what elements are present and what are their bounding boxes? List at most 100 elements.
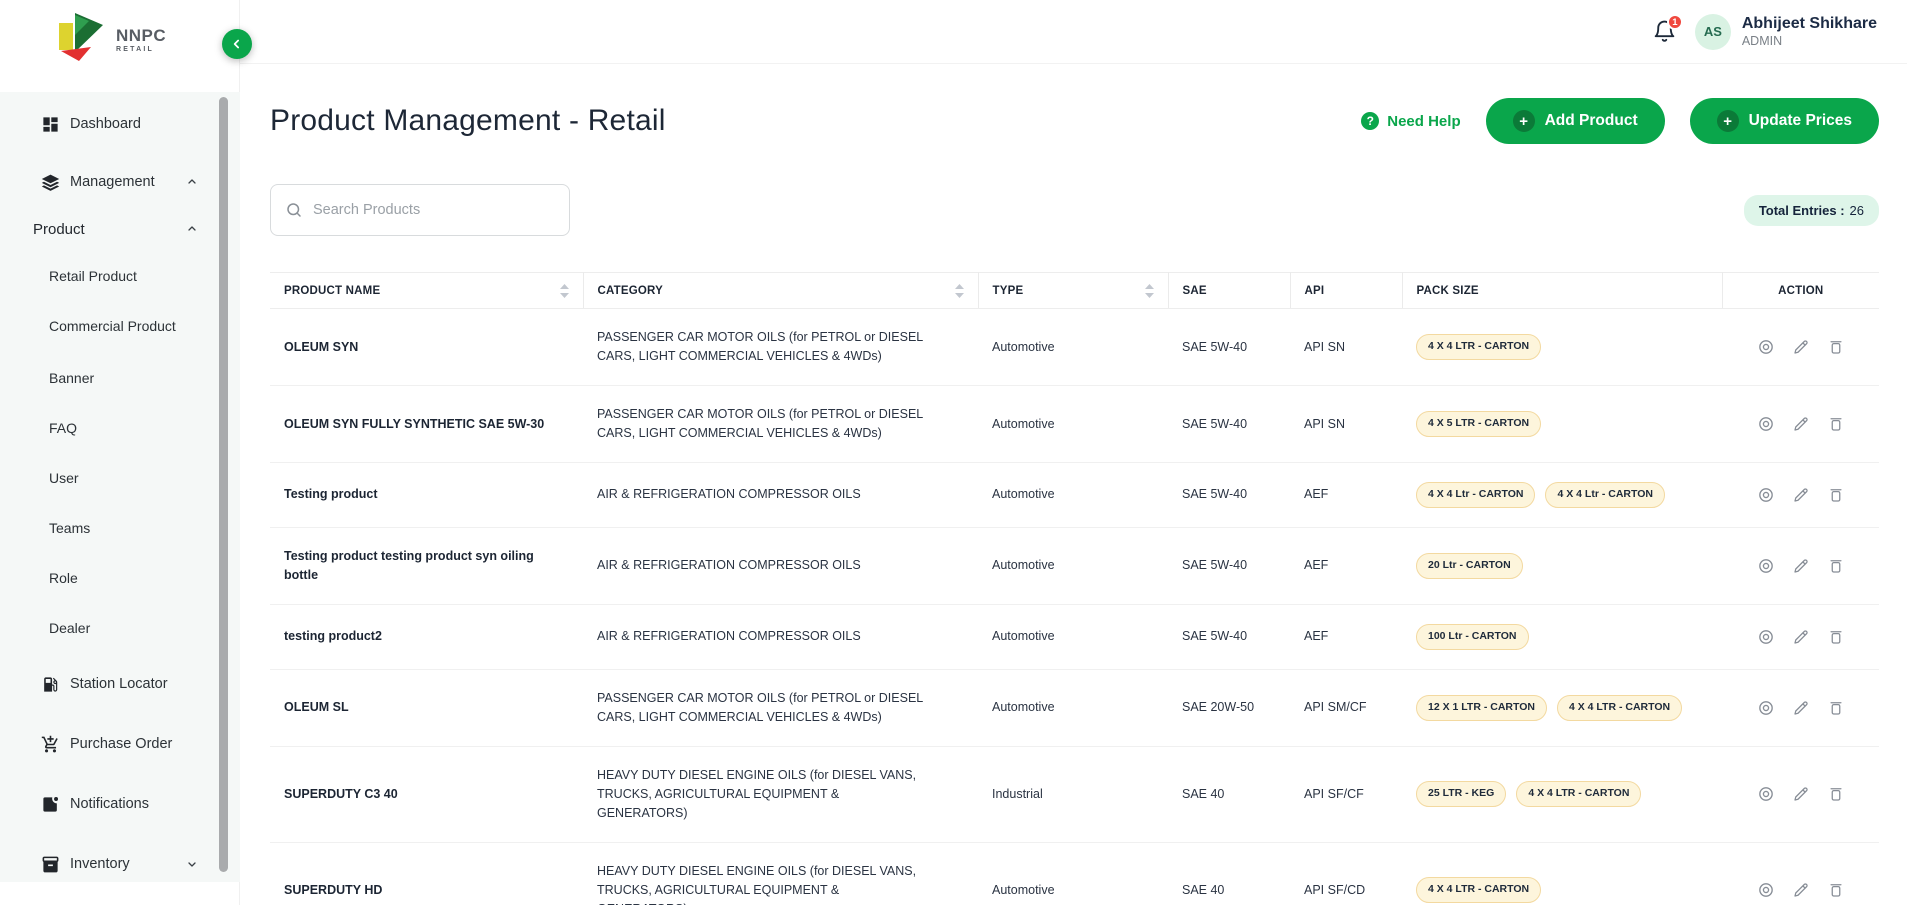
- action-cell: [1722, 386, 1879, 463]
- sidebar-item-label: Banner: [49, 370, 94, 386]
- column-header-type[interactable]: TYPE: [978, 273, 1168, 309]
- sae-cell: SAE 5W-40: [1168, 309, 1290, 386]
- sidebar-item-label: FAQ: [49, 420, 77, 436]
- table-body: OLEUM SYN PASSENGER CAR MOTOR OILS (for …: [270, 309, 1879, 905]
- chevron-left-icon: [230, 37, 244, 51]
- sidebar-collapse-button[interactable]: [222, 29, 252, 59]
- main-content: Product Management - Retail ? Need Help …: [240, 64, 1907, 905]
- sidebar-item-role[interactable]: Role: [0, 564, 240, 592]
- cart-icon: [40, 734, 60, 754]
- delete-icon[interactable]: [1827, 486, 1845, 504]
- view-icon[interactable]: [1757, 415, 1775, 433]
- brand-text: NNPC RETAIL: [116, 27, 166, 62]
- dashboard-icon: [40, 114, 60, 134]
- sidebar-item-label: Management: [70, 174, 155, 190]
- sidebar-item-teams[interactable]: Teams: [0, 514, 240, 542]
- view-icon[interactable]: [1757, 338, 1775, 356]
- sidebar-item-label: Dealer: [49, 620, 90, 636]
- edit-icon[interactable]: [1792, 881, 1810, 899]
- filter-row: Total Entries : 26: [270, 184, 1879, 236]
- sidebar-item-inventory[interactable]: Inventory: [0, 850, 240, 878]
- avatar[interactable]: AS: [1695, 14, 1731, 50]
- sidebar-item-dealer[interactable]: Dealer: [0, 614, 240, 642]
- sidebar-item-banner[interactable]: Banner: [0, 364, 240, 392]
- column-header-product-name[interactable]: PRODUCT NAME: [270, 273, 583, 309]
- category-cell: AIR & REFRIGERATION COMPRESSOR OILS: [583, 527, 978, 604]
- user-menu[interactable]: Abhijeet Shikhare ADMIN: [1742, 14, 1877, 49]
- edit-icon[interactable]: [1792, 338, 1810, 356]
- type-cell: Automotive: [978, 669, 1168, 746]
- view-icon[interactable]: [1757, 628, 1775, 646]
- action-cell: [1722, 669, 1879, 746]
- sae-cell: SAE 5W-40: [1168, 463, 1290, 528]
- sidebar-item-label: User: [49, 470, 79, 486]
- sidebar-item-label: Purchase Order: [70, 736, 172, 752]
- table-row: OLEUM SYN PASSENGER CAR MOTOR OILS (for …: [270, 309, 1879, 386]
- view-icon[interactable]: [1757, 699, 1775, 717]
- pack-size-badge: 20 Ltr - CARTON: [1416, 553, 1523, 579]
- delete-icon[interactable]: [1827, 785, 1845, 803]
- sidebar-item-label: Notifications: [70, 796, 149, 812]
- edit-icon[interactable]: [1792, 415, 1810, 433]
- sort-icon[interactable]: [955, 284, 964, 298]
- sort-icon[interactable]: [1145, 284, 1154, 298]
- plus-icon: +: [1717, 110, 1739, 132]
- edit-icon[interactable]: [1792, 486, 1810, 504]
- delete-icon[interactable]: [1827, 699, 1845, 717]
- edit-icon[interactable]: [1792, 628, 1810, 646]
- sidebar: NNPC RETAIL Dashboard Management Product…: [0, 0, 240, 905]
- search-input[interactable]: [313, 202, 555, 218]
- column-header-sae: SAE: [1168, 273, 1290, 309]
- sidebar-item-notifications[interactable]: Notifications: [0, 790, 240, 818]
- action-cell: [1722, 527, 1879, 604]
- update-prices-button[interactable]: + Update Prices: [1690, 98, 1879, 144]
- view-icon[interactable]: [1757, 486, 1775, 504]
- sidebar-item-commercial-product[interactable]: Commercial Product: [0, 312, 240, 340]
- notification-bell-icon[interactable]: 1: [1652, 19, 1677, 44]
- add-product-button[interactable]: + Add Product: [1486, 98, 1665, 144]
- sidebar-item-faq[interactable]: FAQ: [0, 414, 240, 442]
- edit-icon[interactable]: [1792, 557, 1810, 575]
- sidebar-item-station-locator[interactable]: Station Locator: [0, 670, 240, 698]
- search-box: [270, 184, 570, 236]
- user-role: ADMIN: [1742, 34, 1877, 49]
- delete-icon[interactable]: [1827, 881, 1845, 899]
- edit-icon[interactable]: [1792, 699, 1810, 717]
- sidebar-item-product[interactable]: Product: [0, 215, 240, 243]
- sidebar-item-user[interactable]: User: [0, 464, 240, 492]
- sidebar-item-dashboard[interactable]: Dashboard: [0, 110, 240, 138]
- sidebar-item-retail-product[interactable]: Retail Product: [0, 262, 240, 290]
- need-help-link[interactable]: ? Need Help: [1361, 112, 1460, 130]
- sidebar-scrollbar[interactable]: [219, 97, 228, 872]
- sae-cell: SAE 5W-40: [1168, 527, 1290, 604]
- sidebar-item-purchase-order[interactable]: Purchase Order: [0, 730, 240, 758]
- delete-icon[interactable]: [1827, 628, 1845, 646]
- delete-icon[interactable]: [1827, 415, 1845, 433]
- total-entries-badge: Total Entries : 26: [1744, 195, 1879, 226]
- sae-cell: SAE 40: [1168, 842, 1290, 905]
- product-name-cell: testing product2: [270, 604, 583, 669]
- delete-icon[interactable]: [1827, 557, 1845, 575]
- category-cell: HEAVY DUTY DIESEL ENGINE OILS (for DIESE…: [583, 746, 978, 842]
- add-product-label: Add Product: [1545, 112, 1638, 130]
- sidebar-item-management[interactable]: Management: [0, 168, 240, 196]
- total-entries-label: Total Entries :: [1759, 203, 1845, 218]
- type-cell: Automotive: [978, 309, 1168, 386]
- pack-size-badge: 4 X 4 Ltr - CARTON: [1545, 482, 1664, 508]
- api-cell: API SN: [1290, 309, 1402, 386]
- view-icon[interactable]: [1757, 557, 1775, 575]
- api-cell: API SF/CF: [1290, 746, 1402, 842]
- action-cell: [1722, 604, 1879, 669]
- pack-size-badge: 4 X 4 LTR - CARTON: [1516, 781, 1641, 807]
- pack-size-cell: 4 X 4 LTR - CARTON: [1402, 309, 1722, 386]
- view-icon[interactable]: [1757, 785, 1775, 803]
- table-row: OLEUM SYN FULLY SYNTHETIC SAE 5W-30 PASS…: [270, 386, 1879, 463]
- sort-icon[interactable]: [560, 284, 569, 298]
- column-header-category[interactable]: CATEGORY: [583, 273, 978, 309]
- action-cell: [1722, 842, 1879, 905]
- edit-icon[interactable]: [1792, 785, 1810, 803]
- product-name-cell: Testing product: [270, 463, 583, 528]
- title-actions: ? Need Help + Add Product + Update Price…: [1361, 98, 1879, 144]
- view-icon[interactable]: [1757, 881, 1775, 899]
- delete-icon[interactable]: [1827, 338, 1845, 356]
